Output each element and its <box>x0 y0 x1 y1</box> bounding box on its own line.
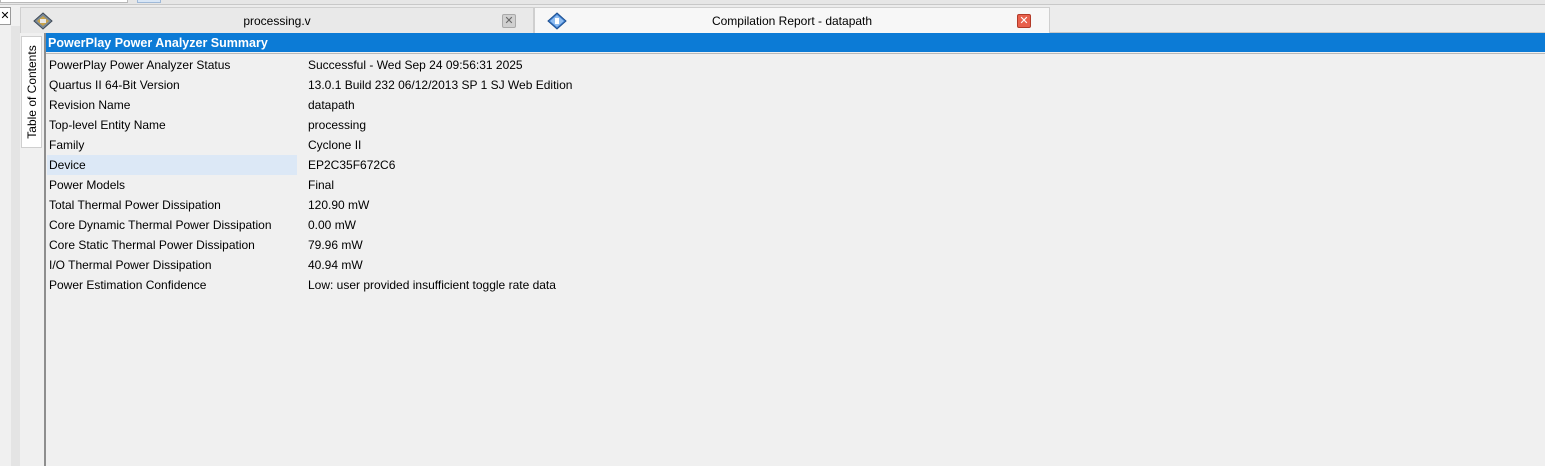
left-gutter <box>11 26 20 466</box>
toolbar-segment-active <box>137 0 161 3</box>
report-panel: PowerPlay Power Analyzer Summary PowerPl… <box>44 33 1545 466</box>
table-of-contents-toggle[interactable]: Table of Contents <box>21 36 42 148</box>
row-key[interactable]: Top-level Entity Name <box>49 115 299 135</box>
row-value[interactable]: 0.00 mW <box>308 215 356 235</box>
row-key[interactable]: Family <box>49 135 299 155</box>
row-value[interactable]: datapath <box>308 95 355 115</box>
close-tab-button[interactable]: ✕ <box>502 14 516 28</box>
row-value[interactable]: 40.94 mW <box>308 255 363 275</box>
row-key[interactable]: Revision Name <box>49 95 299 115</box>
row-value[interactable]: EP2C35F672C6 <box>308 155 395 175</box>
row-value[interactable]: Cyclone II <box>308 135 361 155</box>
row-key[interactable]: Power Models <box>49 175 299 195</box>
row-value[interactable]: processing <box>308 115 366 135</box>
close-tab-button[interactable]: ✕ <box>1017 14 1031 28</box>
row-value[interactable]: Successful - Wed Sep 24 09:56:31 2025 <box>308 55 523 75</box>
toc-label: Table of Contents <box>24 45 39 139</box>
tab-label: processing.v <box>243 14 311 28</box>
row-key[interactable]: I/O Thermal Power Dissipation <box>49 255 299 275</box>
header-divider <box>46 53 1545 54</box>
left-panel-close-button[interactable]: ✕ <box>0 7 11 25</box>
row-value[interactable]: 120.90 mW <box>308 195 369 215</box>
report-title: PowerPlay Power Analyzer Summary <box>46 33 1545 52</box>
tab-processing-v[interactable]: processing.v ✕ <box>20 7 534 33</box>
tab-compilation-report[interactable]: Compilation Report - datapath ✕ <box>534 7 1050 33</box>
row-key[interactable]: Core Static Thermal Power Dissipation <box>49 235 299 255</box>
row-value[interactable]: 79.96 mW <box>308 235 363 255</box>
row-key[interactable]: Total Thermal Power Dissipation <box>49 195 299 215</box>
document-tab-bar: processing.v ✕ Compilation Report - data… <box>20 5 1545 33</box>
row-key[interactable]: Core Dynamic Thermal Power Dissipation <box>49 215 299 235</box>
row-key[interactable]: Power Estimation Confidence <box>49 275 299 295</box>
row-key[interactable]: Device <box>47 155 297 175</box>
toolbar-segment <box>0 0 128 3</box>
tab-label: Compilation Report - datapath <box>711 14 873 28</box>
row-key[interactable]: Quartus II 64-Bit Version <box>49 75 299 95</box>
row-value[interactable]: 13.0.1 Build 232 06/12/2013 SP 1 SJ Web … <box>308 75 572 95</box>
row-value[interactable]: Low: user provided insufficient toggle r… <box>308 275 556 295</box>
row-value[interactable]: Final <box>308 175 334 195</box>
row-key[interactable]: PowerPlay Power Analyzer Status <box>49 55 299 75</box>
